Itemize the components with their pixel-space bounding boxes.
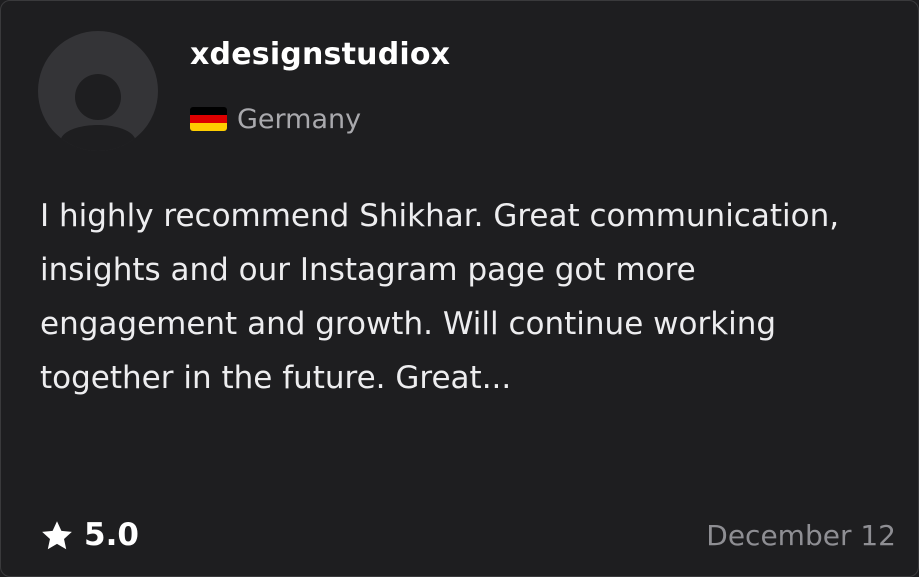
reviewer-country: Germany bbox=[190, 99, 361, 139]
review-card: xdesignstudiox Germany I highly recommen… bbox=[0, 0, 919, 577]
star-icon bbox=[42, 520, 72, 549]
rating-value: 5.0 bbox=[84, 517, 139, 553]
review-text: I highly recommend Shikhar. Great commun… bbox=[40, 198, 840, 396]
country-name: Germany bbox=[237, 103, 362, 135]
rating: 5.0 bbox=[40, 513, 139, 557]
germany-flag-icon bbox=[190, 107, 227, 131]
avatar[interactable] bbox=[38, 31, 158, 151]
default-user-icon bbox=[60, 74, 136, 151]
review-date: December 12 bbox=[706, 519, 896, 552]
reviewer-username[interactable]: xdesignstudiox bbox=[190, 37, 450, 72]
